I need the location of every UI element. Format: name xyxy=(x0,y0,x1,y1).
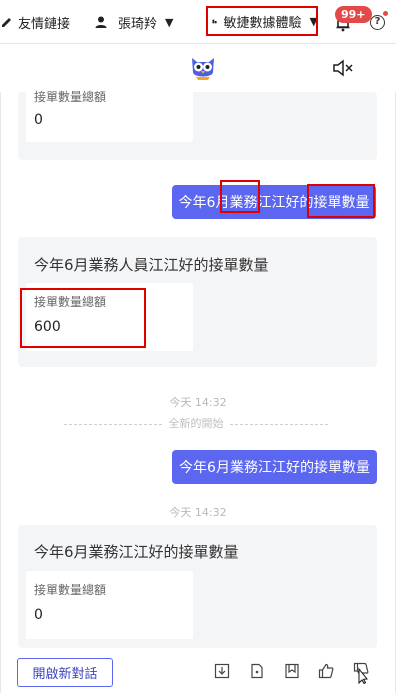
bookmark-icon[interactable] xyxy=(284,663,300,679)
mute-icon[interactable] xyxy=(332,59,354,77)
user-icon xyxy=(95,16,107,28)
metric-value: 0 xyxy=(34,607,43,623)
user-name: 張琦羚 xyxy=(118,16,158,32)
metric-value: 0 xyxy=(34,112,43,128)
mode-selector[interactable]: 敏捷數據體驗 ▼ xyxy=(206,6,318,36)
metric-label: 接單數量總額 xyxy=(34,90,107,104)
session-divider: 全新的開始 xyxy=(64,417,328,431)
metric-box: 接單數量總額 600 xyxy=(26,283,193,351)
chevron-down-icon: ▼ xyxy=(165,15,174,29)
new-chat-button[interactable]: 開啟新對話 xyxy=(17,658,113,687)
bot-message-card: 接單數量總額 0 xyxy=(18,90,377,160)
bot-message-title: 今年6月業務人員江江好的接單數量 xyxy=(34,256,269,274)
help-icon[interactable]: ? xyxy=(370,15,385,30)
copy-icon[interactable] xyxy=(249,663,265,679)
edit-icon xyxy=(2,18,11,27)
metric-label: 接單數量總額 xyxy=(34,583,107,597)
thumbs-up-icon[interactable] xyxy=(318,663,334,679)
thumbs-down-icon[interactable] xyxy=(353,662,371,684)
metric-value: 600 xyxy=(34,319,61,335)
metric-label: 接單數量總額 xyxy=(34,295,107,309)
friend-links-label: 友情鏈接 xyxy=(18,16,71,32)
download-icon[interactable] xyxy=(214,663,230,679)
cursor-icon xyxy=(358,667,368,684)
user-message: 今年6月業務江江好的接單數量 xyxy=(172,185,376,219)
divider-line xyxy=(230,424,328,425)
user-message: 今年6月業務江江好的接單數量 xyxy=(172,450,377,484)
app-root: 友情鏈接 張琦羚 ▼ 敏捷數據體驗 ▼ 99+ ? 接單數量總額 0 今年6月業… xyxy=(0,0,396,693)
timestamp: 今天 14:32 xyxy=(169,396,227,409)
bot-message-title: 今年6月業務江江好的接單數量 xyxy=(34,543,239,561)
metric-box: 接單數量總額 0 xyxy=(26,90,193,142)
metric-box: 接單數量總額 0 xyxy=(26,571,193,639)
status-dot xyxy=(383,11,388,16)
bot-message-card: 今年6月業務江江好的接單數量 接單數量總額 0 xyxy=(18,525,377,648)
friend-links-link[interactable]: 友情鏈接 xyxy=(0,12,70,32)
top-nav-bar: 友情鏈接 張琦羚 ▼ 敏捷數據體驗 ▼ 99+ ? xyxy=(0,0,396,44)
bot-message-card: 今年6月業務人員江江好的接單數量 接單數量總額 600 xyxy=(18,237,377,367)
notification-badge: 99+ xyxy=(335,6,372,23)
owl-avatar-icon xyxy=(192,58,214,80)
user-menu[interactable]: 張琦羚 ▼ xyxy=(94,12,173,32)
highlight-box xyxy=(206,6,318,36)
timestamp: 今天 14:32 xyxy=(169,506,227,519)
